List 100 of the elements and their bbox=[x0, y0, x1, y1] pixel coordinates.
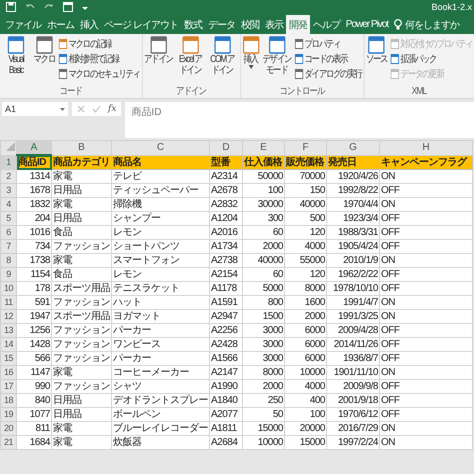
table-cell: 1970/4/4 bbox=[326, 198, 380, 212]
name-box[interactable]: A1 bbox=[2, 102, 68, 116]
column-header[interactable]: B bbox=[52, 140, 112, 155]
table-cell: 1920/4/26 bbox=[326, 170, 380, 184]
ribbon-button[interactable]: ダイアログの実行 bbox=[294, 66, 362, 81]
table-cell: ON bbox=[380, 310, 472, 324]
check-icon[interactable] bbox=[92, 105, 101, 113]
table-cell: 840 bbox=[16, 394, 52, 408]
row-header[interactable]: 20 bbox=[0, 422, 16, 436]
row-header[interactable]: 16 bbox=[0, 366, 16, 380]
table-cell: ON bbox=[380, 170, 472, 184]
row-header[interactable]: 12 bbox=[0, 310, 16, 324]
ribbon-tab[interactable]: ホーム bbox=[44, 15, 77, 34]
row-header[interactable]: 5 bbox=[0, 212, 16, 226]
table-cell: A2832 bbox=[210, 198, 242, 212]
row-header[interactable]: 17 bbox=[0, 380, 16, 394]
row-header[interactable]: 18 bbox=[0, 394, 16, 408]
column-header[interactable]: D bbox=[210, 140, 242, 155]
table-cell: 日用品 bbox=[52, 184, 112, 198]
table-cell: A1990 bbox=[210, 380, 242, 394]
ribbon-tab[interactable]: Power Pivot bbox=[342, 15, 392, 34]
column-header[interactable]: F bbox=[284, 140, 326, 155]
ribbon-button[interactable]: プロパティ bbox=[294, 36, 362, 51]
ribbon-tab[interactable]: 開発 bbox=[286, 15, 310, 34]
row-header[interactable]: 14 bbox=[0, 338, 16, 352]
table-cell: A1734 bbox=[210, 240, 242, 254]
formula-input[interactable]: 商品ID bbox=[125, 102, 474, 138]
ribbon-button[interactable]: COM アドイン bbox=[207, 36, 238, 76]
row-header[interactable]: 21 bbox=[0, 436, 16, 450]
tell-me-button[interactable]: 何をしますか bbox=[391, 15, 462, 34]
ribbon-button[interactable]: Visual Basic bbox=[0, 36, 32, 76]
tell-me-label: 何をしますか bbox=[405, 18, 460, 32]
table-cell: 8000 bbox=[284, 282, 326, 296]
ribbon-tab[interactable]: ページ レイアウト bbox=[101, 15, 181, 34]
ribbon-button[interactable]: マクロのセキュリティ bbox=[58, 66, 141, 81]
ribbon-button[interactable]: コードの表示 bbox=[294, 51, 362, 66]
table-cell: 20000 bbox=[284, 422, 326, 436]
row-header[interactable]: 10 bbox=[0, 282, 16, 296]
table-cell: 5000 bbox=[242, 282, 284, 296]
ribbon-button[interactable]: ソース bbox=[364, 36, 388, 65]
column-header[interactable]: E bbox=[242, 140, 284, 155]
row-header[interactable]: 19 bbox=[0, 408, 16, 422]
table-cell: ワンピース bbox=[112, 338, 210, 352]
ribbon-button[interactable]: デザインモード bbox=[262, 36, 292, 76]
table-cell: 1600 bbox=[284, 296, 326, 310]
row-header[interactable]: 6 bbox=[0, 226, 16, 240]
column-header[interactable]: H bbox=[380, 140, 472, 155]
row-header[interactable]: 7 bbox=[0, 240, 16, 254]
column-header[interactable]: G bbox=[326, 140, 380, 155]
ribbon-tab[interactable]: 挿入 bbox=[77, 15, 101, 34]
row-header[interactable]: 13 bbox=[0, 324, 16, 338]
ribbon-button[interactable]: 挿入 bbox=[242, 36, 260, 69]
window-icon[interactable] bbox=[63, 2, 73, 12]
table-cell: OFF bbox=[380, 408, 472, 422]
row-header[interactable]: 3 bbox=[0, 184, 16, 198]
table-cell: 591 bbox=[16, 296, 52, 310]
ribbon-button[interactable]: 拡張パック bbox=[390, 51, 473, 66]
table-cell: スマートフォン bbox=[112, 254, 210, 268]
ribbon-button[interactable]: アドイン bbox=[143, 36, 174, 65]
row-header[interactable]: 8 bbox=[0, 254, 16, 268]
ribbon-button[interactable]: マクロ bbox=[32, 36, 56, 65]
insert-function-button[interactable]: fx bbox=[108, 104, 116, 114]
ribbon-tab[interactable]: 表示 bbox=[262, 15, 286, 34]
table-cell: コーヒーメーカー bbox=[112, 366, 210, 380]
ribbon-tab[interactable]: ファイル bbox=[2, 15, 44, 34]
row-header[interactable]: 1 bbox=[0, 155, 16, 170]
column-header[interactable]: A bbox=[16, 140, 52, 155]
column-header[interactable]: C bbox=[112, 140, 210, 155]
table-cell: 40000 bbox=[242, 254, 284, 268]
ribbon-tab[interactable]: データ bbox=[204, 15, 238, 34]
ribbon-tab[interactable]: 校閲 bbox=[238, 15, 262, 34]
ribbon-tab[interactable]: 数式 bbox=[180, 15, 205, 34]
table-cell: A1811 bbox=[210, 422, 242, 436]
table-cell: OFF bbox=[380, 380, 472, 394]
table-cell: A2147 bbox=[210, 366, 242, 380]
window-icon bbox=[390, 68, 399, 78]
save-icon[interactable] bbox=[6, 2, 16, 12]
window-icon bbox=[294, 54, 303, 64]
ribbon-button[interactable]: マクロの記録 bbox=[58, 36, 141, 51]
header-cell: 商品名 bbox=[112, 155, 210, 170]
table-cell: 4000 bbox=[284, 380, 326, 394]
window-icon bbox=[58, 68, 67, 78]
table-cell: 3000 bbox=[242, 338, 284, 352]
table-cell: A2077 bbox=[210, 408, 242, 422]
table-cell: 1905/4/24 bbox=[326, 240, 380, 254]
ribbon-button[interactable]: Excel アドイン bbox=[175, 36, 206, 76]
table-cell: ON bbox=[380, 422, 472, 436]
row-header[interactable]: 15 bbox=[0, 352, 16, 366]
ribbon-button[interactable]: 相対参照で記録 bbox=[58, 51, 141, 66]
ribbon-tab[interactable]: ヘルプ bbox=[310, 15, 343, 34]
row-header[interactable]: 2 bbox=[0, 170, 16, 184]
row-header[interactable]: 4 bbox=[0, 198, 16, 212]
table-cell: ON bbox=[380, 366, 472, 380]
table-cell: OFF bbox=[380, 212, 472, 226]
row-header[interactable]: 11 bbox=[0, 296, 16, 310]
table-cell: ON bbox=[380, 254, 472, 268]
table-cell: 家電 bbox=[52, 254, 112, 268]
cancel-icon[interactable] bbox=[77, 105, 85, 113]
group-label: アドイン bbox=[174, 86, 208, 98]
row-header[interactable]: 9 bbox=[0, 268, 16, 282]
